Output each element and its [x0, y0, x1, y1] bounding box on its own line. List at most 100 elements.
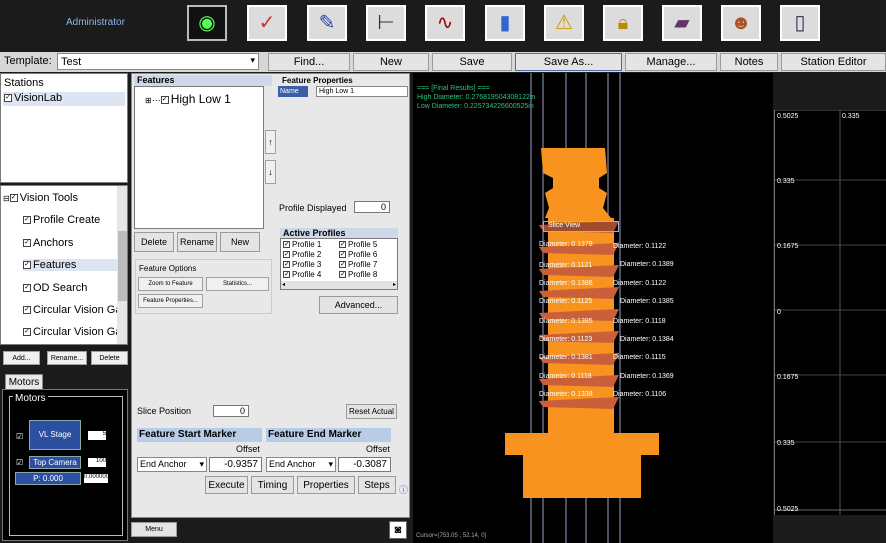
- checkbox-icon[interactable]: ✓: [4, 94, 12, 103]
- document-icon[interactable]: ▯: [780, 5, 820, 41]
- chevron-down-icon: ▾: [328, 459, 333, 469]
- delete-feature-button[interactable]: Delete: [134, 232, 174, 252]
- new-button[interactable]: New: [353, 53, 429, 71]
- tree-item[interactable]: ✓ Profile Create: [23, 214, 100, 226]
- steps-button[interactable]: Steps: [358, 476, 396, 494]
- warning-icon[interactable]: ⚠: [544, 5, 584, 41]
- reset-actual-button[interactable]: Reset Actual: [346, 404, 397, 419]
- save-button[interactable]: Save: [432, 53, 512, 71]
- add-tool-button[interactable]: Add...: [3, 351, 40, 365]
- station-editor-button[interactable]: Station Editor: [781, 53, 886, 71]
- diameter-label: Diameter: 0.1338: [539, 391, 593, 398]
- tree-item[interactable]: ✓ Circular Vision Ga: [23, 304, 121, 316]
- caliper-icon[interactable]: ⊢: [366, 5, 406, 41]
- checkbox-icon[interactable]: ☑: [16, 458, 23, 467]
- scroll-thumb[interactable]: [118, 231, 127, 301]
- stations-panel: Stations ✓ VisionLab: [0, 73, 128, 183]
- menu-button[interactable]: Menu: [131, 522, 177, 537]
- profile-displayed-label: Profile Displayed: [279, 203, 347, 213]
- chevron-down-icon: ▾: [250, 55, 255, 65]
- start-offset-field[interactable]: -0.9357: [209, 457, 262, 472]
- station-item[interactable]: ✓ VisionLab: [3, 92, 125, 106]
- diameter-label: Diameter: 0.1386: [539, 280, 593, 287]
- rename-tool-button[interactable]: Rename...: [47, 351, 87, 365]
- position-readout: P: 0.000: [15, 472, 81, 485]
- vision-tools-panel: ⊟✓ Vision Tools ✓ Profile Create ✓ Anchors …: [0, 185, 128, 345]
- active-profiles-list: ✓ Profile 1 ✓ Profile 2 ✓ Profile 3 ✓ Profil…: [280, 238, 398, 290]
- info-icon[interactable]: ⓘ: [399, 483, 408, 496]
- diameter-label: Diameter: 0.1125: [539, 298, 593, 305]
- move-up-button[interactable]: ↑: [265, 130, 276, 154]
- properties-button[interactable]: Properties: [297, 476, 355, 494]
- top-camera-value[interactable]: 100: [88, 458, 106, 467]
- stations-title: Stations: [4, 77, 44, 89]
- notes-button[interactable]: Notes: [720, 53, 778, 71]
- vl-stage-button[interactable]: VL Stage: [29, 420, 81, 450]
- end-offset-field[interactable]: -0.3087: [338, 457, 391, 472]
- timing-button[interactable]: Timing: [251, 476, 294, 494]
- scrollbar[interactable]: [117, 186, 127, 344]
- tab-motors[interactable]: Motors: [5, 374, 43, 390]
- book-icon[interactable]: ▰: [662, 5, 702, 41]
- bar-chart-icon[interactable]: ▮: [485, 5, 525, 41]
- zoom-to-feature-button[interactable]: Zoom to Feature: [138, 277, 203, 291]
- advanced-button[interactable]: Advanced...: [319, 296, 398, 314]
- slice-position-label: Slice Position: [137, 406, 192, 416]
- profile-graph: 0.5025 0.335 0.335 0.1675 0 0.1675 0.335…: [774, 110, 886, 515]
- move-down-button[interactable]: ↓: [265, 160, 276, 184]
- top-camera-button[interactable]: Top Camera: [29, 456, 81, 469]
- rename-feature-button[interactable]: Rename: [177, 232, 217, 252]
- template-select[interactable]: Test ▾: [57, 53, 259, 70]
- vl-stage-value[interactable]: 5: [88, 431, 106, 440]
- manage-button[interactable]: Manage...: [625, 53, 717, 71]
- delete-tool-button[interactable]: Delete: [91, 351, 128, 365]
- tree-item[interactable]: ✓ Circular Vision Ga: [23, 326, 121, 338]
- diameter-label: Diameter: 0.1385: [620, 298, 674, 305]
- tree-root-label: Vision Tools: [19, 192, 79, 204]
- template-bar: Template: Test ▾ Find... New Save Save A…: [0, 52, 886, 72]
- feature-properties-button[interactable]: Feature Properties...: [138, 294, 203, 308]
- end-offset-label: Offset: [366, 444, 390, 454]
- start-anchor-select[interactable]: End Anchor ▾: [137, 457, 207, 472]
- end-anchor-select[interactable]: End Anchor ▾: [266, 457, 336, 472]
- profiles-col-1[interactable]: ✓ Profile 1 ✓ Profile 2 ✓ Profile 3 ✓ Profil…: [283, 240, 321, 280]
- users-icon[interactable]: ☻: [721, 5, 761, 41]
- execute-button[interactable]: Execute: [205, 476, 248, 494]
- find-button[interactable]: Find...: [268, 53, 350, 71]
- diameter-label: Diameter: 0.1123: [539, 336, 593, 343]
- checkbox-icon[interactable]: ☑: [16, 432, 23, 441]
- tree-root[interactable]: ⊟✓ Vision Tools: [3, 192, 78, 204]
- template-value: Test: [61, 56, 82, 68]
- template-label: Template:: [4, 55, 52, 67]
- feature-properties-title: Feature Properties: [282, 76, 353, 85]
- slice-position-field[interactable]: 0: [213, 405, 249, 417]
- profile-displayed-field[interactable]: 0: [354, 201, 390, 213]
- end-marker-title: Feature End Marker: [266, 428, 391, 442]
- name-field[interactable]: High Low 1: [316, 86, 408, 97]
- cursor-readout: Cursor=(753.05 , 52.14, 0): [416, 533, 487, 539]
- notepad-icon[interactable]: ✎: [307, 5, 347, 41]
- position-value[interactable]: 0.000000: [84, 474, 109, 483]
- chart-report-icon[interactable]: ✓: [247, 5, 287, 41]
- feature-item[interactable]: ⊞⋯✓ High Low 1: [145, 92, 231, 106]
- statistics-button[interactable]: Statistics...: [206, 277, 269, 291]
- tree-item[interactable]: ✓ OD Search: [23, 282, 87, 294]
- new-feature-button[interactable]: New: [220, 232, 260, 252]
- diameter-label: Diameter: 0.1115: [613, 354, 666, 361]
- save-as-button[interactable]: Save As...: [515, 53, 622, 71]
- slice-view-label: Slice View: [543, 221, 619, 232]
- diameter-label: Diameter: 0.1118: [539, 373, 592, 380]
- image-viewport[interactable]: === [Final Results] === High Diameter: 0.…: [413, 73, 773, 543]
- eye-logo-icon[interactable]: ◉: [187, 5, 227, 41]
- waveform-icon[interactable]: ∿: [425, 5, 465, 41]
- axis-label: 0.335: [777, 178, 795, 185]
- horizontal-scrollbar[interactable]: ◂ ▸: [281, 281, 397, 289]
- diameter-label: Diameter: 0.1118: [613, 318, 666, 325]
- tree-item[interactable]: ✓ Anchors: [23, 237, 73, 249]
- tree-item[interactable]: ✓ Features: [23, 259, 117, 271]
- profiles-col-2[interactable]: ✓ Profile 5 ✓ Profile 6 ✓ Profile 7 ✓ Profil…: [339, 240, 377, 280]
- top-toolbar: Administrator ◉ ✓ ✎ ⊢ ∿ ▮ ⚠ 🔒︎ ▰ ☻ ▯: [0, 0, 886, 50]
- motors-group-title: Motors: [13, 393, 48, 404]
- camera-icon[interactable]: ◙: [389, 521, 407, 539]
- lock-icon[interactable]: 🔒︎: [603, 5, 643, 41]
